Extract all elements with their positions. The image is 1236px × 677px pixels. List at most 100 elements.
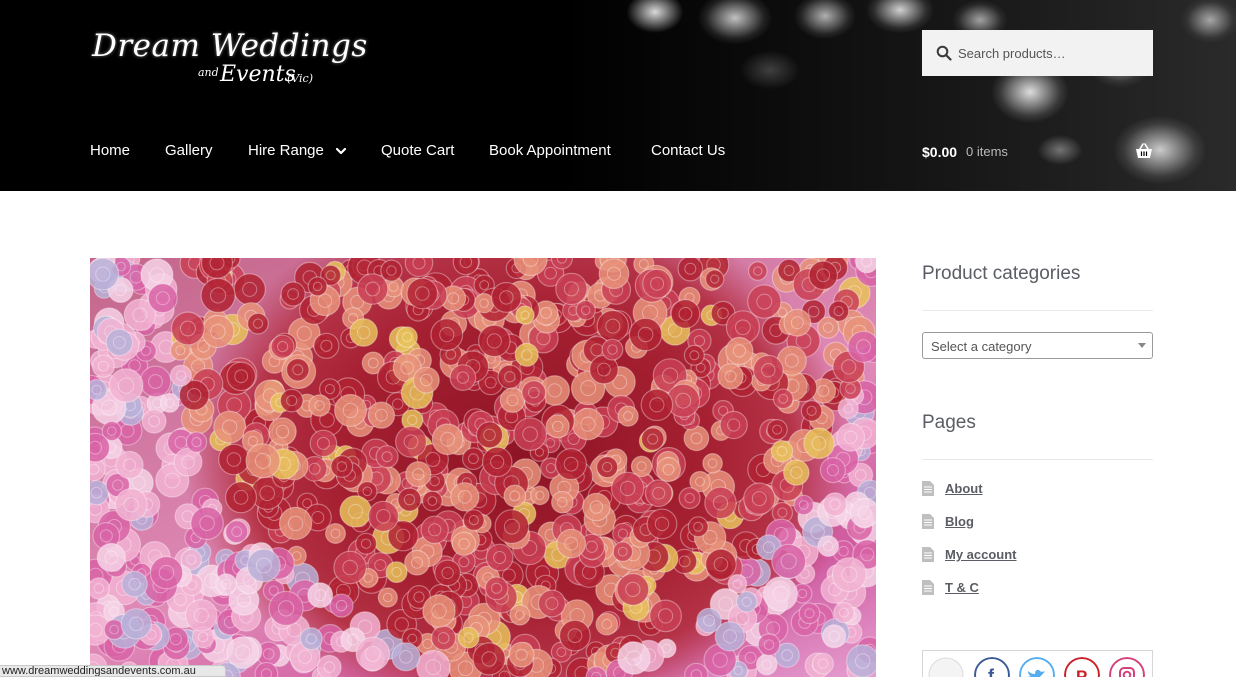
rose xyxy=(595,612,619,636)
rose xyxy=(431,625,457,651)
rose xyxy=(612,541,634,562)
page-link-about[interactable]: About xyxy=(922,480,1122,498)
rose xyxy=(434,559,462,587)
rose xyxy=(762,576,799,612)
page-link-blog[interactable]: Blog xyxy=(922,513,1122,531)
nav-gallery[interactable]: Gallery xyxy=(165,140,213,162)
rose xyxy=(380,259,403,282)
rose xyxy=(514,342,539,367)
rose xyxy=(481,446,513,478)
category-select-value: Select a category xyxy=(931,339,1032,354)
rose xyxy=(385,561,408,584)
rose xyxy=(475,421,504,449)
browser-status-bar-url: www.dreamweddingsandevents.com.au xyxy=(0,665,226,677)
rose xyxy=(508,641,535,668)
rose xyxy=(503,484,527,508)
rose xyxy=(190,506,224,541)
rose xyxy=(299,627,323,651)
rose xyxy=(430,318,464,351)
rose xyxy=(617,641,651,675)
rose xyxy=(431,423,464,456)
pinterest-icon[interactable]: P xyxy=(1064,657,1100,677)
rose xyxy=(687,516,709,538)
page-link-label[interactable]: My account xyxy=(945,546,1017,564)
rose xyxy=(307,582,334,609)
basket-icon[interactable] xyxy=(1135,143,1153,159)
rose xyxy=(833,601,855,624)
rose xyxy=(329,593,354,618)
nav-hire-range[interactable]: Hire Range xyxy=(248,140,324,162)
rose xyxy=(333,550,367,585)
page-link-label[interactable]: T & C xyxy=(945,579,979,597)
search-input[interactable] xyxy=(958,30,1148,76)
page-link-terms[interactable]: T & C xyxy=(922,579,1122,597)
rose xyxy=(115,450,144,480)
rose xyxy=(771,543,807,579)
logo-text-and: and xyxy=(198,66,219,79)
page-link-label[interactable]: Blog xyxy=(945,513,974,531)
rose xyxy=(90,258,120,291)
rose xyxy=(649,599,682,633)
rose xyxy=(391,642,421,672)
rose xyxy=(617,405,639,427)
rose xyxy=(449,364,477,391)
rose xyxy=(279,388,304,413)
rose xyxy=(308,394,331,417)
twitter-icon[interactable] xyxy=(1019,657,1055,677)
category-select[interactable]: Select a category xyxy=(922,332,1153,359)
rose xyxy=(325,523,347,545)
rose xyxy=(356,273,389,305)
rose xyxy=(484,576,509,601)
rose xyxy=(670,299,701,329)
rose xyxy=(309,429,338,458)
nav-quote-cart[interactable]: Quote Cart xyxy=(381,140,454,162)
rose xyxy=(313,332,340,359)
rose xyxy=(822,492,848,517)
nav-book-appointment[interactable]: Book Appointment xyxy=(489,140,611,162)
rose xyxy=(404,549,430,576)
header-cart[interactable]: $0.00 0 items xyxy=(922,142,1154,164)
rose xyxy=(747,284,782,319)
rose xyxy=(683,344,705,366)
rose xyxy=(702,453,723,474)
page-link-my-account[interactable]: My account xyxy=(922,546,1122,564)
rose xyxy=(141,408,167,434)
rose xyxy=(800,400,823,422)
rose xyxy=(678,487,701,510)
rose xyxy=(752,354,784,386)
rose xyxy=(286,358,310,382)
rose xyxy=(185,431,208,453)
rose xyxy=(596,456,619,479)
rose xyxy=(725,336,754,366)
nav-contact-us[interactable]: Contact Us xyxy=(651,140,725,162)
dropdown-arrow-icon xyxy=(1138,343,1146,348)
search-icon[interactable] xyxy=(936,45,952,61)
rose xyxy=(477,324,511,358)
rose xyxy=(772,388,794,410)
nav-home[interactable]: Home xyxy=(90,140,130,162)
rose xyxy=(515,305,535,325)
instagram-icon[interactable] xyxy=(1109,657,1145,677)
rose xyxy=(555,272,588,306)
rose xyxy=(278,506,313,541)
rose xyxy=(743,482,776,515)
rose xyxy=(96,542,126,573)
page-link-label[interactable]: About xyxy=(945,480,983,498)
rose xyxy=(837,397,859,420)
rose xyxy=(404,258,434,278)
rose xyxy=(497,364,523,390)
product-search xyxy=(922,30,1153,76)
facebook-icon[interactable]: f xyxy=(974,657,1010,677)
rose xyxy=(490,281,522,313)
follow-icon[interactable] xyxy=(928,657,964,677)
rose xyxy=(405,461,432,488)
rose xyxy=(473,292,495,314)
divider xyxy=(922,310,1153,311)
rose xyxy=(121,570,148,598)
site-logo[interactable]: Dream Weddings and Events (Vic) xyxy=(92,28,367,92)
rose xyxy=(628,317,663,352)
rose xyxy=(817,316,840,339)
rose xyxy=(642,268,673,299)
rose xyxy=(367,500,399,532)
chevron-down-icon[interactable] xyxy=(335,145,347,157)
